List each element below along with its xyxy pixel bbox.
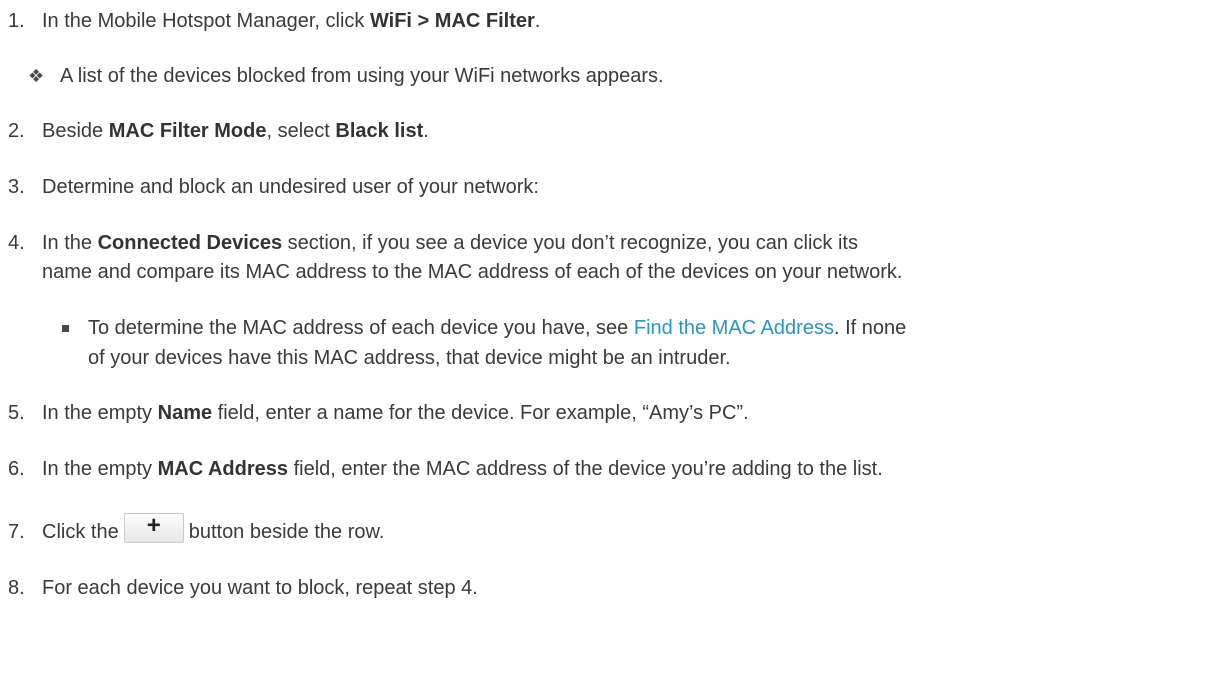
step-text: In the empty Name field, enter a name fo… xyxy=(42,402,749,424)
step-number: 6. xyxy=(8,458,25,480)
step-number: 4. xyxy=(8,232,25,254)
ui-section: Connected Devices xyxy=(97,232,283,254)
step-number: 8. xyxy=(8,577,25,599)
ui-path: WiFi > MAC Filter xyxy=(369,10,535,32)
step-text: Click the + button beside the row. xyxy=(42,511,385,543)
step-number: 3. xyxy=(8,176,25,198)
step-number: 1. xyxy=(8,10,25,32)
square-bullet-icon xyxy=(62,325,69,332)
ui-field: Name xyxy=(157,402,213,424)
ui-field: MAC Address xyxy=(157,458,289,480)
ui-label: MAC Filter Mode xyxy=(108,120,267,142)
step-text: For each device you want to block, repea… xyxy=(42,577,478,599)
note-text-continued: of your devices have this MAC address, t… xyxy=(88,347,731,369)
step-number: 5. xyxy=(8,402,25,424)
note-text: To determine the MAC address of each dev… xyxy=(88,317,907,339)
diamond-bullet-icon: ❖ xyxy=(28,66,45,86)
step-number: 7. xyxy=(8,521,25,543)
find-mac-address-link[interactable]: Find the MAC Address xyxy=(634,317,834,339)
add-row-button[interactable]: + xyxy=(123,512,184,543)
note-text: A list of the devices blocked from using… xyxy=(60,65,664,87)
step-text: Determine and block an undesired user of… xyxy=(42,176,539,198)
ui-option: Black list xyxy=(335,120,424,142)
step-text: In the empty MAC Address field, enter th… xyxy=(42,458,883,480)
instructions-document: 1. In the Mobile Hotspot Manager, click … xyxy=(0,0,1215,679)
step-text-continued: name and compare its MAC address to the … xyxy=(42,261,903,283)
step-text: In the Connected Devices section, if you… xyxy=(42,232,858,254)
step-number: 2. xyxy=(8,120,25,142)
step-text: Beside MAC Filter Mode, select Black lis… xyxy=(42,120,429,142)
step-text: In the Mobile Hotspot Manager, click WiF… xyxy=(42,10,541,32)
